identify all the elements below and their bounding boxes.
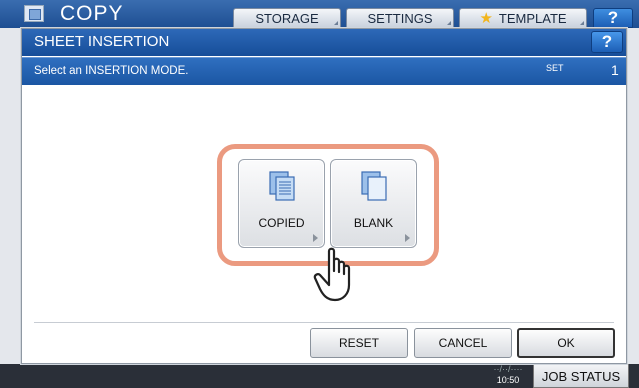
help-button[interactable]: ? — [591, 31, 623, 53]
submenu-arrow-icon — [405, 234, 410, 242]
tab-corner-icon — [447, 21, 451, 25]
star-icon: ★ — [479, 10, 493, 27]
tab-settings[interactable]: SETTINGS — [346, 8, 454, 28]
sheet-insertion-dialog: SHEET INSERTION ? Select an INSERTION MO… — [21, 28, 627, 364]
copied-mode-button[interactable]: COPIED — [238, 159, 325, 248]
app-title: COPY — [60, 2, 124, 25]
set-count: 1 — [611, 62, 619, 78]
copied-sheet-icon — [269, 171, 295, 201]
copy-app-icon — [24, 5, 44, 22]
tab-settings-label: SETTINGS — [367, 10, 433, 26]
dialog-title: SHEET INSERTION — [34, 33, 170, 50]
help-button-background[interactable]: ? — [593, 8, 633, 28]
tab-corner-icon — [580, 21, 584, 25]
submenu-arrow-icon — [313, 234, 318, 242]
tab-corner-icon — [334, 21, 338, 25]
clock-date: ··/··/···· — [493, 364, 523, 374]
blank-sheet-icon — [361, 171, 387, 201]
blank-mode-label: BLANK — [353, 216, 394, 230]
message-bar: Select an INSERTION MODE. SET 1 — [22, 57, 626, 85]
tab-template-label: TEMPLATE — [498, 10, 567, 26]
cancel-button[interactable]: CANCEL — [414, 328, 512, 358]
copied-mode-label: COPIED — [258, 216, 305, 230]
blank-mode-button[interactable]: BLANK — [330, 159, 417, 248]
dialog-title-bar: SHEET INSERTION ? — [22, 29, 626, 56]
footer-divider — [34, 322, 614, 323]
background-panel-left — [0, 28, 21, 364]
background-panel-right — [625, 28, 639, 364]
clock: ··/··/···· 10:50 — [488, 364, 528, 388]
reset-button[interactable]: RESET — [310, 328, 408, 358]
ok-button[interactable]: OK — [517, 328, 615, 358]
set-label: SET — [546, 63, 564, 73]
instruction-message: Select an INSERTION MODE. — [34, 65, 189, 77]
tab-storage[interactable]: STORAGE — [233, 8, 341, 28]
tab-template[interactable]: ★ TEMPLATE — [459, 8, 587, 28]
job-status-button[interactable]: JOB STATUS — [533, 364, 629, 388]
hand-pointer-icon — [313, 247, 351, 302]
clock-time: 10:50 — [496, 375, 520, 385]
tab-storage-label: STORAGE — [255, 10, 319, 26]
